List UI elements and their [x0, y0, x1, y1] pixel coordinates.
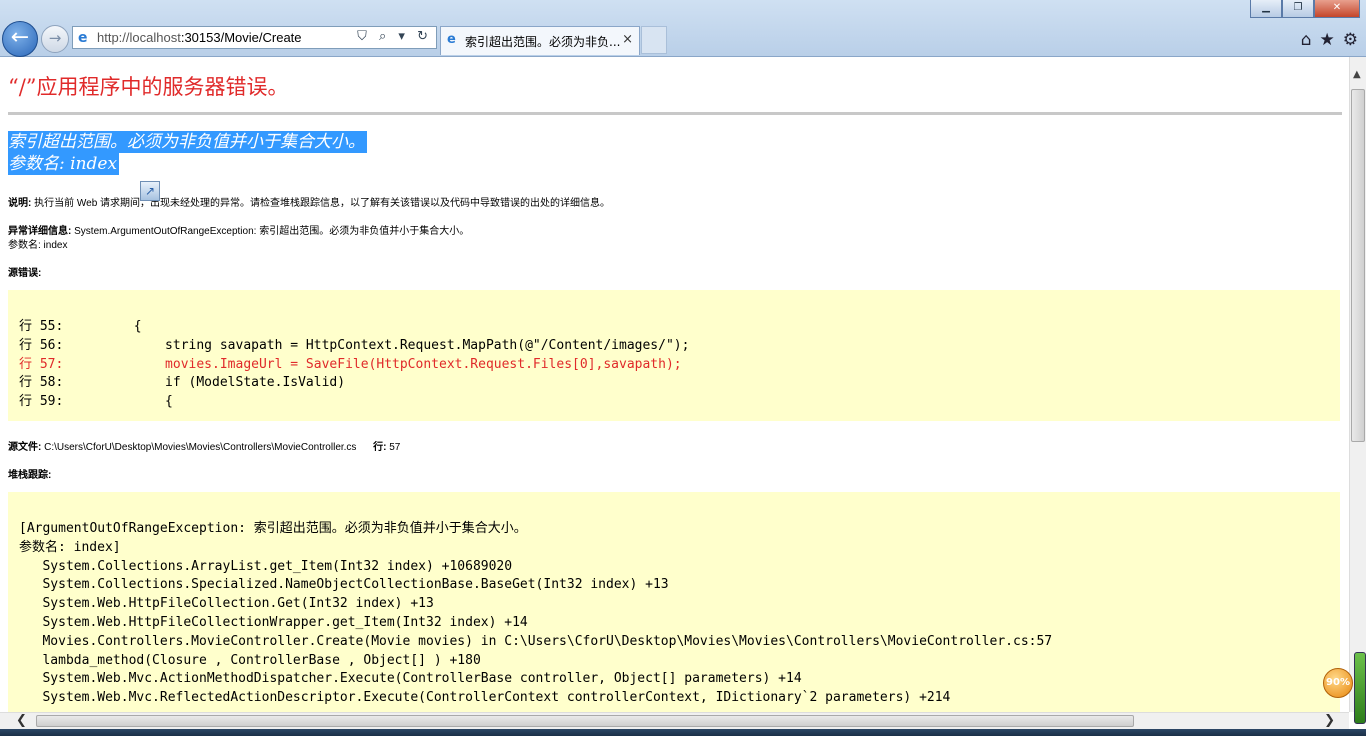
new-tab-button[interactable] [641, 26, 667, 54]
source-error-heading: 源错误: [8, 264, 41, 279]
vertical-scrollbar[interactable]: ▲ [1349, 57, 1366, 712]
taskbar [0, 729, 1366, 736]
description-text: 执行当前 Web 请求期间，出现未经处理的异常。请检查堆栈跟踪信息，以了解有关该… [34, 198, 611, 209]
horizontal-scroll-thumb[interactable] [36, 715, 1134, 727]
stack-trace-line: System.Collections.Specialized.NameObjec… [19, 577, 669, 593]
browser-right-toolbar: ⌂ ★ ⚙ [1301, 30, 1358, 50]
image-toolbar-icon[interactable]: ↗ [140, 181, 160, 201]
url-rest: :30153/Movie/Create [180, 30, 302, 45]
window-controls: ▁ ❐ ✕ [1250, 0, 1360, 18]
source-file-path: C:\Users\CforU\Desktop\Movies\Movies\Con… [44, 442, 357, 453]
back-button[interactable]: ← [2, 21, 38, 57]
stack-trace: [ArgumentOutOfRangeException: 索引超出范围。必须为… [8, 492, 1340, 708]
error-message-line2: 参数名: index [8, 153, 120, 175]
stack-trace-line: System.Web.Mvc.ActionMethodDispatcher.Ex… [19, 671, 802, 687]
tab-close-button[interactable]: × [622, 32, 633, 47]
stack-trace-line: System.Web.HttpFileCollectionWrapper.get… [19, 614, 528, 630]
address-url[interactable]: http://localhost:30153/Movie/Create [97, 30, 302, 45]
stack-trace-box: [ArgumentOutOfRangeException: 索引超出范围。必须为… [8, 492, 1340, 712]
source-error-label: 源错误: [8, 268, 42, 279]
scroll-up-icon[interactable]: ▲ [1353, 69, 1361, 80]
stack-trace-heading: 堆栈跟踪: [8, 466, 51, 481]
stack-trace-line: 参数名: index] [19, 539, 121, 555]
tab-title: 索引超出范围。必须为非负... [465, 35, 621, 49]
maximize-button[interactable]: ❐ [1282, 0, 1314, 18]
ie-tab-icon: e [447, 32, 456, 47]
stack-trace-line: Movies.Controllers.MovieController.Creat… [19, 633, 1053, 649]
stack-trace-line: System.Collections.ArrayList.get_Item(In… [19, 558, 513, 574]
stack-trace-label: 堆栈跟踪: [8, 470, 52, 481]
forward-button[interactable]: → [41, 25, 69, 53]
page-title: “/”应用程序中的服务器错误。 [8, 75, 289, 99]
home-icon[interactable]: ⌂ [1301, 30, 1312, 50]
source-code: 行 55: { 行 56: string savapath = HttpCont… [8, 290, 1340, 412]
side-gauge-widget [1354, 652, 1366, 724]
source-line: 行 59: { [19, 394, 173, 410]
source-line: 行 56: string savapath = HttpContext.Requ… [19, 337, 690, 353]
source-line: 行 55: { [19, 319, 142, 334]
exception-param: 参数名: index [8, 240, 68, 251]
horizontal-scrollbar[interactable]: ❮ ❯ [0, 712, 1349, 729]
error-message-line1: 索引超出范围。必须为非负值并小于集合大小。 [8, 131, 367, 153]
source-line-label: 行: [373, 442, 387, 453]
close-window-button[interactable]: ✕ [1314, 0, 1360, 18]
stack-trace-line: lambda_method(Closure , ControllerBase ,… [19, 652, 481, 668]
address-bar[interactable]: e http://localhost:30153/Movie/Create ⛉ … [72, 26, 437, 49]
tab-active[interactable]: e 索引超出范围。必须为非负... × [440, 26, 640, 55]
divider [8, 112, 1342, 115]
error-message: 索引超出范围。必须为非负值并小于集合大小。 参数名: index [8, 131, 367, 175]
source-line-number: 57 [389, 442, 401, 453]
vertical-scroll-thumb[interactable] [1351, 89, 1365, 442]
scroll-left-icon[interactable]: ❮ [16, 713, 27, 728]
zoom-badge[interactable]: 90% [1323, 668, 1353, 698]
address-tools-icons[interactable]: ⛉ ⌕ ▾ ↻ [357, 29, 432, 44]
source-line: 行 57: movies.ImageUrl = SaveFile(HttpCon… [19, 356, 682, 372]
ie-page-icon: e [78, 30, 88, 46]
minimize-button[interactable]: ▁ [1250, 0, 1282, 18]
source-file-label: 源文件: [8, 442, 42, 453]
page-content: “/”应用程序中的服务器错误。 索引超出范围。必须为非负值并小于集合大小。 参数… [0, 57, 1349, 712]
forward-arrow-icon: → [48, 29, 62, 47]
stack-trace-line: System.Web.HttpFileCollection.Get(Int32 … [19, 596, 434, 612]
description: 说明: 执行当前 Web 请求期间，出现未经处理的异常。请检查堆栈跟踪信息，以了… [8, 194, 610, 209]
scroll-right-icon[interactable]: ❯ [1324, 713, 1335, 728]
exception-text: System.ArgumentOutOfRangeException: 索引超出… [74, 226, 470, 237]
stack-trace-line: System.Web.Mvc.ReflectedActionDescriptor… [19, 690, 951, 706]
gear-icon[interactable]: ⚙ [1343, 30, 1358, 50]
source-line: 行 58: if (ModelState.IsValid) [19, 375, 346, 391]
description-label: 说明: [8, 198, 32, 209]
stack-trace-line: [ArgumentOutOfRangeException: 索引超出范围。必须为… [19, 521, 527, 536]
favorites-star-icon[interactable]: ★ [1320, 30, 1335, 50]
source-code-box: 行 55: { 行 56: string savapath = HttpCont… [8, 290, 1340, 421]
back-arrow-icon: ← [10, 25, 30, 50]
source-file-info: 源文件: C:\Users\CforU\Desktop\Movies\Movie… [8, 438, 400, 453]
browser-chrome: ▁ ❐ ✕ ← → e http://localhost:30153/Movie… [0, 0, 1366, 57]
url-prefix: http://localhost [97, 30, 181, 45]
exception-details: 异常详细信息: System.ArgumentOutOfRangeExcepti… [8, 222, 469, 237]
